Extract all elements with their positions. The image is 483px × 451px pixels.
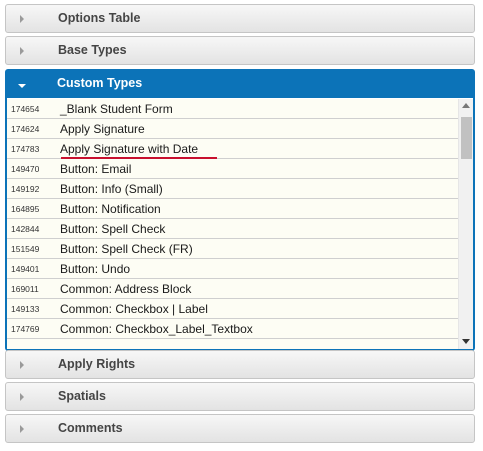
panel-comments[interactable]: Comments: [5, 414, 475, 443]
list-item[interactable]: 174654 _Blank Student Form: [7, 99, 458, 119]
item-name: Apply Signature with Date: [60, 142, 199, 156]
chevron-right-icon: [20, 15, 24, 23]
chevron-right-icon: [20, 361, 24, 369]
list-item[interactable]: 142844 Button: Spell Check: [7, 219, 458, 239]
list-item[interactable]: 149470 Button: Email: [7, 159, 458, 179]
custom-types-list: 174654 _Blank Student Form 174624 Apply Si…: [7, 99, 458, 349]
list-item[interactable]: 149401 Button: Undo: [7, 259, 458, 279]
list-item[interactable]: 174783 Apply Signature with Date: [7, 139, 458, 159]
panel-comments-label: Comments: [58, 421, 123, 435]
item-id: 164895: [11, 204, 40, 214]
panel-spatials-label: Spatials: [58, 389, 106, 403]
item-name: _Blank Student Form: [60, 102, 173, 116]
list-item[interactable]: 149133 Common: Checkbox | Label: [7, 299, 458, 319]
item-id: 174654: [11, 104, 40, 114]
chevron-right-icon: [20, 425, 24, 433]
item-name: Apply Signature: [60, 122, 145, 136]
chevron-right-icon: [20, 47, 24, 55]
list-item[interactable]: 151549 Button: Spell Check (FR): [7, 239, 458, 259]
panel-spatials[interactable]: Spatials: [5, 382, 475, 411]
item-id: 149470: [11, 164, 40, 174]
item-name: Button: Email: [60, 162, 132, 176]
list-item[interactable]: 149192 Button: Info (Small): [7, 179, 458, 199]
item-id: 149133: [11, 304, 40, 314]
list-item[interactable]: 174769 Common: Checkbox_Label_Textbox: [7, 319, 458, 339]
panel-custom-types: Custom Types 174654 _Blank Student Form 1…: [5, 69, 475, 351]
item-id: 149401: [11, 264, 40, 274]
item-id: 149192: [11, 184, 40, 194]
item-id: 174769: [11, 324, 40, 334]
item-id: 169011: [11, 284, 39, 294]
panel-base-types[interactable]: Base Types: [5, 36, 475, 65]
item-name: Common: Address Block: [60, 282, 192, 296]
panel-custom-types-header[interactable]: Custom Types: [7, 71, 473, 98]
panel-apply-rights[interactable]: Apply Rights: [5, 350, 475, 379]
item-name: Button: Spell Check: [60, 222, 166, 236]
chevron-down-icon: [18, 84, 26, 88]
item-name: Common: Checkbox | Label: [60, 302, 208, 316]
item-name: Common: Checkbox_Label_Textbox: [60, 322, 253, 336]
list-item[interactable]: 174624 Apply Signature: [7, 119, 458, 139]
item-name: Button: Spell Check (FR): [60, 242, 193, 256]
panel-options-table[interactable]: Options Table: [5, 4, 475, 33]
scroll-down-arrow-icon[interactable]: [462, 339, 470, 344]
item-id: 174624: [11, 124, 40, 134]
scroll-thumb[interactable]: [461, 117, 472, 159]
highlight-underline: [61, 157, 217, 159]
item-id: 142844: [11, 224, 40, 234]
list-item[interactable]: 169011 Common: Address Block: [7, 279, 458, 299]
item-name: Button: Info (Small): [60, 182, 163, 196]
chevron-right-icon: [20, 393, 24, 401]
panel-custom-types-label: Custom Types: [57, 76, 143, 90]
item-id: 174783: [11, 144, 40, 154]
panel-options-table-label: Options Table: [58, 11, 141, 25]
item-name: Button: Undo: [60, 262, 131, 276]
scroll-up-arrow-icon[interactable]: [462, 103, 470, 108]
item-id: 151549: [11, 244, 40, 254]
panel-base-types-label: Base Types: [58, 43, 127, 57]
item-name: Button: Notification: [60, 202, 161, 216]
list-item[interactable]: 164895 Button: Notification: [7, 199, 458, 219]
list-scrollbar[interactable]: [458, 99, 473, 349]
panel-apply-rights-label: Apply Rights: [58, 357, 136, 371]
